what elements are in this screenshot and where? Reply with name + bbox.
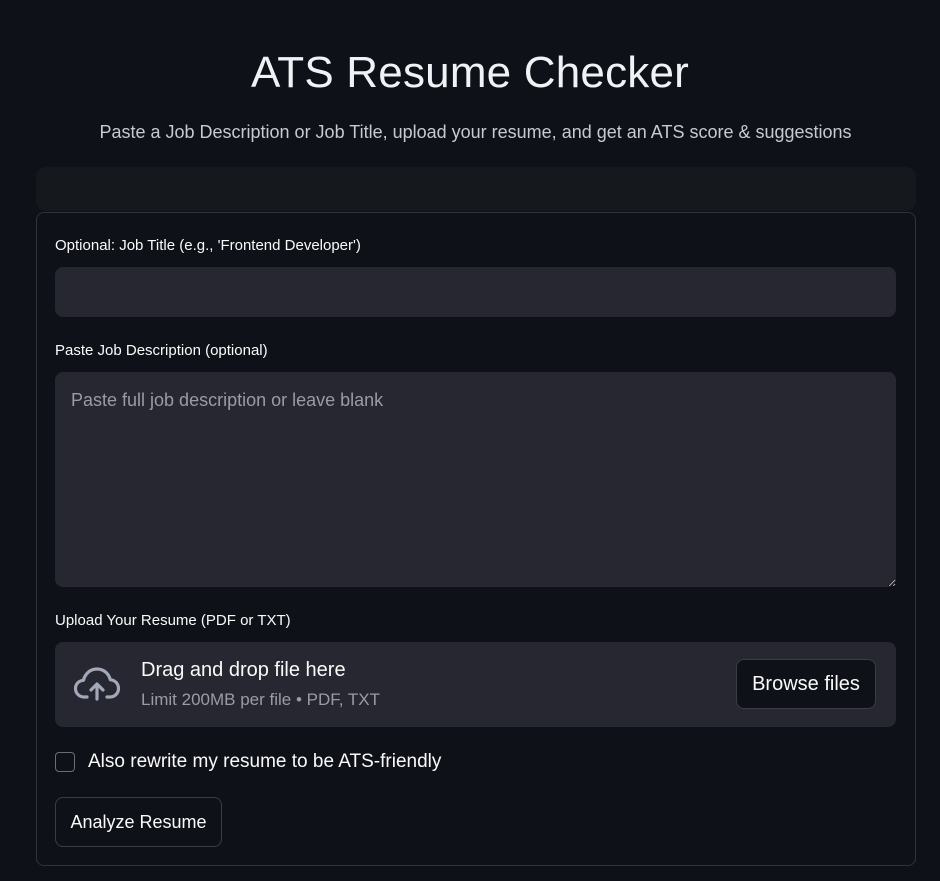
rewrite-checkbox-label[interactable]: Also rewrite my resume to be ATS-friendl… [88,751,441,773]
dropzone-limit-text: Limit 200MB per file • PDF, TXT [141,690,380,709]
file-dropzone[interactable]: Drag and drop file here Limit 200MB per … [55,642,896,727]
job-title-label: Optional: Job Title (e.g., 'Frontend Dev… [55,237,361,254]
job-description-textarea[interactable] [55,372,896,587]
page-subtitle: Paste a Job Description or Job Title, up… [99,122,852,142]
top-bar [36,167,916,211]
rewrite-checkbox[interactable] [55,752,75,772]
browse-files-button[interactable]: Browse files [736,659,876,709]
analyze-resume-button[interactable]: Analyze Resume [55,797,222,847]
dropzone-instructions: Drag and drop file here [141,659,346,681]
page-title: ATS Resume Checker [250,48,690,97]
cloud-upload-icon [73,664,121,704]
rewrite-checkbox-row[interactable]: Also rewrite my resume to be ATS-friendl… [55,751,441,773]
job-description-label: Paste Job Description (optional) [55,342,268,359]
upload-label: Upload Your Resume (PDF or TXT) [55,612,291,629]
job-title-input[interactable] [55,267,896,317]
